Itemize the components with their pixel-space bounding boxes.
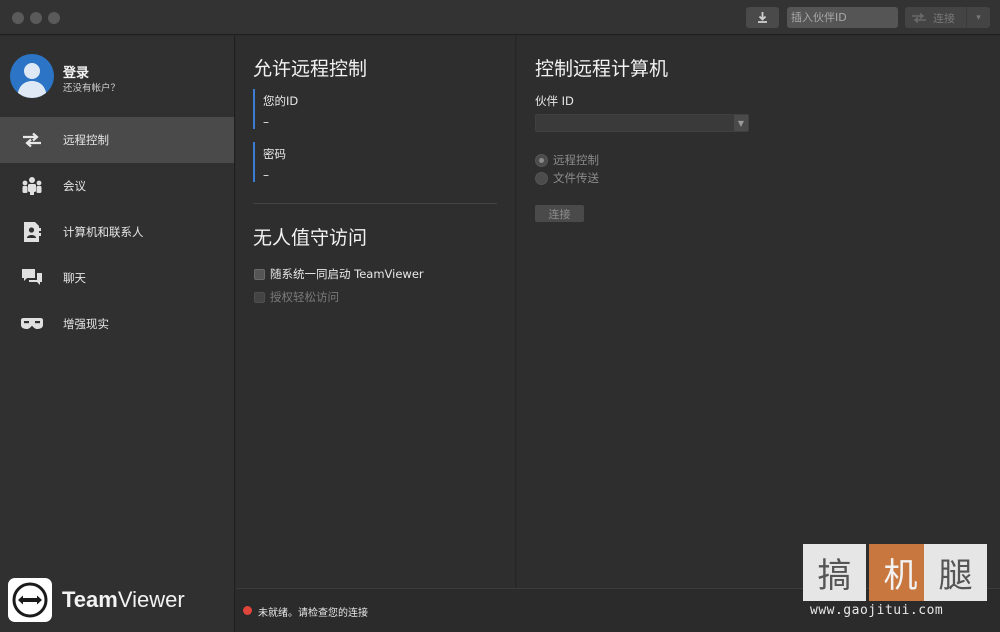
sidebar-item-computers-contacts[interactable]: 计算机和联系人 — [0, 209, 234, 255]
grant-easy-access-label: 授权轻松访问 — [270, 290, 339, 304]
user-icon — [17, 63, 47, 98]
allow-remote-control-title: 允许远程控制 — [253, 58, 368, 80]
password-value: – — [263, 168, 269, 182]
brand-name: TeamViewer — [62, 587, 185, 613]
sidebar-item-label: 会议 — [63, 179, 86, 193]
sidebar-item-meeting[interactable]: 会议 — [0, 163, 234, 209]
remote-control-radio-row[interactable]: 远程控制 — [535, 152, 599, 168]
start-with-system-checkbox[interactable] — [254, 268, 265, 280]
allow-remote-control-panel: 允许远程控制 您的ID – 密码 – 无人值守访问 随系统一同启动 TeamVi… — [236, 36, 516, 588]
download-button[interactable] — [746, 7, 779, 28]
start-with-system-checkbox-row[interactable]: 随系统一同启动 TeamViewer — [254, 266, 424, 282]
sidebar-item-chat[interactable]: 聊天 — [0, 255, 234, 301]
watermark-char-2: 机 — [869, 544, 932, 601]
ar-glasses-icon — [20, 312, 44, 336]
start-with-system-label: 随系统一同启动 TeamViewer — [270, 267, 424, 281]
sidebar-item-label: 远程控制 — [63, 133, 109, 147]
grant-easy-access-checkbox[interactable] — [254, 291, 265, 303]
brand-name-bold: Team — [62, 587, 118, 612]
sidebar-item-remote-control[interactable]: 远程控制 — [0, 117, 234, 163]
avatar[interactable] — [10, 54, 54, 98]
arrows-icon — [912, 12, 926, 23]
meeting-icon — [20, 174, 44, 198]
quick-connect-button[interactable]: 连接 — [905, 7, 970, 28]
remote-control-radio[interactable] — [535, 153, 548, 167]
your-id-value: – — [263, 115, 269, 129]
unattended-access-title: 无人值守访问 — [253, 227, 368, 249]
password-field: 密码 – — [253, 142, 373, 182]
partner-id-combobox[interactable]: ▼ — [535, 114, 749, 132]
sidebar: 登录 还没有帐户？ 远程控制 会议 计算机和联系人 聊天 增强现实 TeamVi… — [0, 36, 235, 632]
section-divider — [253, 203, 497, 204]
sidebar-item-label: 增强现实 — [63, 317, 109, 331]
sidebar-item-augmented-reality[interactable]: 增强现实 — [0, 301, 234, 347]
watermark-char-3: 腿 — [924, 544, 987, 601]
brand-name-regular: Viewer — [117, 587, 185, 612]
grant-easy-access-checkbox-row[interactable]: 授权轻松访问 — [254, 289, 339, 305]
sidebar-item-label: 计算机和联系人 — [63, 225, 144, 239]
login-link[interactable]: 登录 — [63, 62, 89, 81]
watermark-char-1: 搞 — [803, 544, 866, 601]
teamviewer-logo — [8, 578, 52, 622]
remote-control-radio-label: 远程控制 — [553, 153, 599, 167]
arrows-icon — [20, 128, 44, 152]
partner-id-label: 伙伴 ID — [535, 94, 574, 108]
connect-button[interactable]: 连接 — [535, 205, 584, 222]
control-remote-computer-title: 控制远程计算机 — [535, 58, 669, 80]
file-transfer-radio[interactable] — [535, 171, 548, 185]
no-account-link[interactable]: 还没有帐户？ — [63, 80, 120, 94]
radio-selected-dot — [539, 157, 544, 163]
watermark-url: www.gaojitui.com — [810, 603, 944, 618]
close-window-button[interactable] — [12, 12, 24, 24]
zoom-window-button[interactable] — [48, 12, 60, 24]
file-transfer-radio-row[interactable]: 文件传送 — [535, 170, 599, 186]
control-remote-computer-panel: 控制远程计算机 伙伴 ID ▼ 远程控制 文件传送 连接 — [517, 36, 1000, 588]
chevron-down-icon[interactable]: ▼ — [734, 115, 748, 131]
status-text: 未就绪。请检查您的连接 — [258, 608, 368, 619]
your-id-label: 您的ID — [263, 94, 299, 108]
chevron-down-icon: ▾ — [976, 12, 981, 23]
contacts-icon — [20, 220, 44, 244]
connect-dropdown-button[interactable]: ▾ — [966, 7, 990, 28]
status-indicator-icon — [243, 606, 252, 615]
quick-connect-label: 连接 — [933, 11, 955, 25]
file-transfer-radio-label: 文件传送 — [553, 171, 599, 185]
minimize-window-button[interactable] — [30, 12, 42, 24]
title-bar: 连接 ▾ — [0, 0, 1000, 35]
partner-id-quick-input[interactable] — [787, 7, 898, 28]
teamviewer-logo-icon — [12, 582, 48, 618]
download-icon — [758, 12, 767, 23]
sidebar-item-label: 聊天 — [63, 271, 86, 285]
chat-icon — [20, 266, 44, 290]
password-label: 密码 — [263, 147, 286, 161]
your-id-field: 您的ID – — [253, 89, 373, 129]
